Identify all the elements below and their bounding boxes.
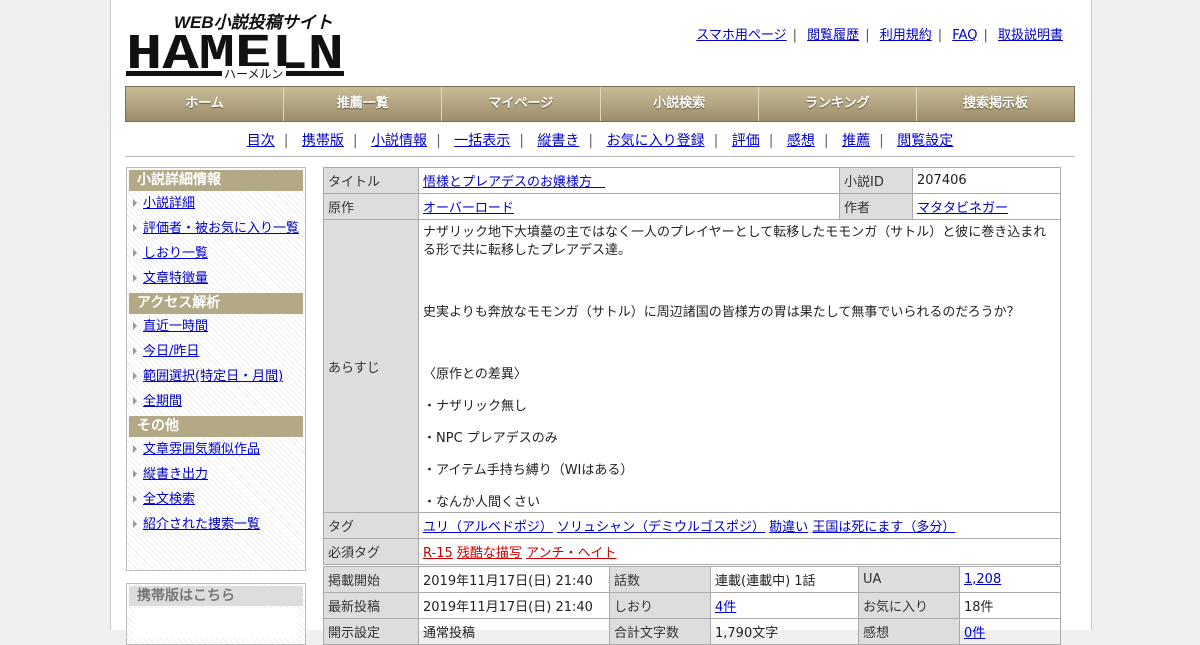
nav-recommend[interactable]: 推薦一覧: [283, 87, 441, 121]
sidebar-item-today[interactable]: 今日/昨日: [127, 339, 305, 364]
bookmark-count[interactable]: 4件: [710, 592, 859, 619]
nav-search[interactable]: 小説検索: [599, 87, 758, 121]
novel-stats-table: 掲載開始 2019年11月17日(日) 21:40 話数 連載(連載中) 1話 …: [323, 566, 1061, 645]
tag-link[interactable]: ソリュシャン（デミウルゴスポジ）: [557, 520, 765, 535]
tag-link[interactable]: 勘違い: [769, 520, 808, 535]
review-count[interactable]: 0件: [959, 618, 1061, 645]
table-row: あらすじ ナザリック地下大墳墓の主ではなく一人のプレイヤーとして転移したモモンガ…: [323, 219, 1061, 513]
table-row: タグ ユリ（アルベドポジ） ソリュシャン（デミウルゴスポジ） 勘違い 王国は死に…: [323, 512, 1061, 539]
table-row: 原作 オーバーロード 作者 マタタビネガー: [323, 193, 1061, 220]
novel-info-table-top: タイトル 悟様とプレアデスのお嬢様方 小説ID 207406 原作 オーバーロー…: [323, 167, 1061, 220]
required-tags: R-15 残酷な描写 アンチ・ヘイト: [418, 538, 1061, 565]
nav-board[interactable]: 捜索掲示板: [915, 87, 1074, 121]
nav-home[interactable]: ホーム: [126, 87, 283, 121]
page-container: WEB小説投稿サイト HAMELN ハーメルン スマホ用ページ | 閲覧履歴 | 利…: [110, 0, 1092, 645]
subnav-info[interactable]: 小説情報: [371, 133, 427, 149]
terms-link[interactable]: 利用規約: [880, 28, 932, 43]
sidebar-item-similar[interactable]: 文章雰囲気類似作品: [127, 437, 305, 462]
sidebar-heading-detail: 小説詳細情報: [129, 170, 303, 191]
latest-post: 2019年11月17日(日) 21:40: [418, 592, 610, 619]
sidebar: 小説詳細情報 小説詳細 評価者・被お気に入り一覧 しおり一覧 文章特徴量 アクセ…: [126, 167, 306, 571]
hameln-logo-image: WEB小説投稿サイト HAMELN ハーメルン: [126, 13, 344, 84]
required-tags-label: 必須タグ: [323, 538, 419, 565]
tag-link[interactable]: ユリ（アルベドポジ）: [423, 520, 553, 535]
favorite-count: 18件: [959, 592, 1061, 619]
smartphone-page-link[interactable]: スマホ用ページ: [696, 28, 786, 43]
table-row: 掲載開始 2019年11月17日(日) 21:40 話数 連載(連載中) 1話 …: [323, 566, 1061, 593]
subnav-settings[interactable]: 閲覧設定: [897, 133, 953, 149]
required-tag-link[interactable]: 残酷な描写: [457, 546, 522, 561]
hameln-logo[interactable]: WEB小説投稿サイト HAMELN ハーメルン: [126, 10, 346, 84]
char-count: 1,790文字: [710, 618, 859, 645]
disclosure-setting: 通常投稿: [418, 618, 610, 645]
mobile-version-box: 携帯版はこちら: [126, 583, 306, 645]
sidebar-item-last-hour[interactable]: 直近一時間: [127, 314, 305, 339]
subnav-favorite[interactable]: お気に入り登録: [607, 133, 705, 149]
subnav-vertical[interactable]: 縦書き: [537, 133, 579, 149]
sidebar-item-detail[interactable]: 小説詳細: [127, 191, 305, 216]
subnav-rating[interactable]: 評価: [732, 133, 760, 149]
top-links: スマホ用ページ | 閲覧履歴 | 利用規約 | FAQ | 取扱説明書: [696, 28, 1063, 43]
original-label: 原作: [323, 193, 419, 220]
tags: ユリ（アルベドポジ） ソリュシャン（デミウルゴスポジ） 勘違い 王国は死にます（…: [418, 512, 1061, 539]
title-label: タイトル: [323, 167, 419, 194]
subnav-mobile[interactable]: 携帯版: [302, 133, 344, 149]
nav-ranking[interactable]: ランキング: [757, 87, 916, 121]
subnav-all[interactable]: 一括表示: [454, 133, 510, 149]
novel-id: 207406: [912, 167, 1061, 194]
synopsis-label: あらすじ: [323, 219, 419, 513]
sidebar-item-bookmarks[interactable]: しおり一覧: [127, 241, 305, 266]
subnav-recommend[interactable]: 推薦: [842, 133, 870, 149]
sidebar-item-features[interactable]: 文章特徴量: [127, 266, 305, 291]
author-label: 作者: [839, 193, 913, 220]
novel-title[interactable]: 悟様とプレアデスのお嬢様方: [418, 167, 840, 194]
publish-start: 2019年11月17日(日) 21:40: [418, 566, 610, 593]
sidebar-heading-access: アクセス解析: [129, 293, 303, 314]
mobile-version-heading: 携帯版はこちら: [129, 586, 303, 606]
faq-link[interactable]: FAQ: [952, 28, 977, 43]
novel-subnav: 目次 | 携帯版 | 小説情報 | 一括表示 | 縦書き | お気に入り登録 | 評価 | 感…: [246, 133, 954, 149]
table-row: タイトル 悟様とプレアデスのお嬢様方 小説ID 207406: [323, 167, 1061, 194]
tags-label: タグ: [323, 512, 419, 539]
sidebar-item-raters[interactable]: 評価者・被お気に入り一覧: [127, 216, 305, 241]
required-tag-link[interactable]: アンチ・ヘイト: [526, 546, 616, 561]
manual-link[interactable]: 取扱説明書: [998, 28, 1063, 43]
tag-link[interactable]: 王国は死にます（多分）: [812, 520, 955, 535]
divider: [125, 156, 1075, 157]
table-row: 必須タグ R-15 残酷な描写 アンチ・ヘイト: [323, 538, 1061, 565]
episode-count: 連載(連載中) 1話: [710, 566, 859, 593]
sidebar-item-vertical-out[interactable]: 縦書き出力: [127, 462, 305, 487]
synopsis: ナザリック地下大墳墓の主ではなく一人のプレイヤーとして転移したモモンガ（サトル）…: [418, 219, 1061, 513]
ua-count[interactable]: 1,208: [959, 566, 1061, 593]
subnav-review[interactable]: 感想: [787, 133, 815, 149]
novel-info-table-mid: あらすじ ナザリック地下大墳墓の主ではなく一人のプレイヤーとして転移したモモンガ…: [323, 219, 1061, 565]
original-work[interactable]: オーバーロード: [418, 193, 840, 220]
table-row: 最新投稿 2019年11月17日(日) 21:40 しおり 4件 お気に入り 1…: [323, 592, 1061, 619]
required-tag-link[interactable]: R-15: [423, 546, 453, 561]
sidebar-heading-other: その他: [129, 416, 303, 437]
mobile-qr-area: [135, 608, 297, 638]
subnav-toc[interactable]: 目次: [247, 133, 275, 149]
author-name[interactable]: マタタビネガー: [912, 193, 1061, 220]
main-nav: ホーム 推薦一覧 マイページ 小説検索 ランキング 捜索掲示板: [125, 86, 1075, 122]
sidebar-item-alltime[interactable]: 全期間: [127, 389, 305, 414]
sidebar-item-range[interactable]: 範囲選択(特定日・月間): [127, 364, 305, 389]
svg-text:ハーメルン: ハーメルン: [224, 67, 283, 80]
sidebar-item-introduced[interactable]: 紹介された捜索一覧: [127, 512, 305, 537]
novel-id-label: 小説ID: [839, 167, 913, 194]
nav-mypage[interactable]: マイページ: [441, 87, 599, 121]
history-link[interactable]: 閲覧履歴: [807, 28, 859, 43]
table-row: 開示設定 通常投稿 合計文字数 1,790文字 感想 0件: [323, 618, 1061, 645]
sidebar-item-fulltext[interactable]: 全文検索: [127, 487, 305, 512]
